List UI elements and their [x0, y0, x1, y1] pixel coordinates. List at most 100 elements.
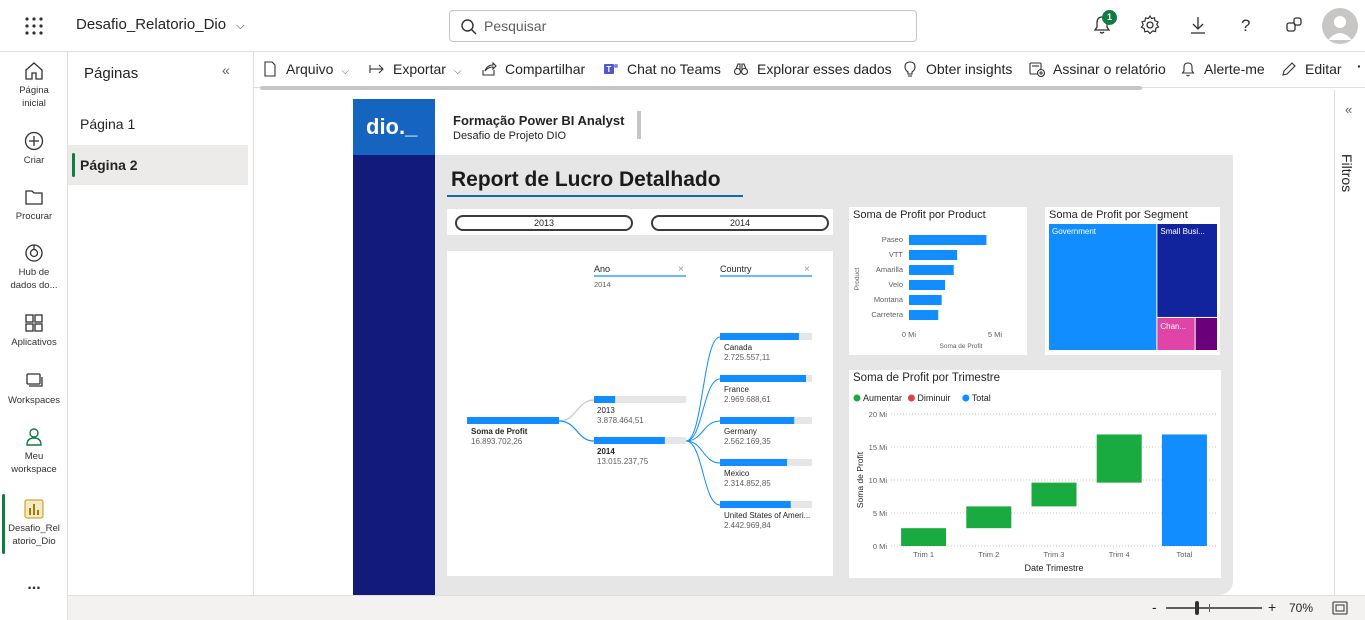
nav-apps-label: Aplicativos [11, 337, 57, 348]
page-tab-1[interactable]: Página 1 [68, 104, 248, 144]
category-label: VTT [889, 250, 904, 259]
help-icon[interactable]: ? [1235, 14, 1259, 38]
lightbulb-icon [904, 61, 916, 77]
bar [909, 295, 942, 305]
filters-pane[interactable]: « Filtros [1334, 90, 1365, 595]
expand-filters-icon[interactable]: « [1345, 102, 1352, 117]
node-value: 3.878.464,51 [597, 416, 644, 425]
slicer-option-2014[interactable]: 2014 [651, 215, 829, 231]
svg-text:?: ? [1241, 16, 1250, 35]
zoom-slider-thumb[interactable] [1195, 601, 1199, 615]
insights-button[interactable]: Obter insights [902, 61, 1012, 77]
bell-icon [1181, 62, 1195, 77]
share-button[interactable]: Compartilhar [481, 61, 585, 77]
nav-home-label: Página inicial [19, 85, 49, 109]
nav-workspaces[interactable]: Workspaces [0, 370, 68, 407]
x-tick-label: Trim 2 [978, 550, 999, 559]
node-value: 2.562.169,35 [724, 437, 771, 446]
x-tick-label: Trim 4 [1109, 550, 1130, 559]
y-axis-title: Product [854, 268, 861, 291]
nav-data-hub[interactable]: Hub de dados do... [0, 242, 68, 292]
fit-to-page-icon[interactable] [1332, 601, 1348, 615]
node-label: United States of Ameri... [724, 511, 810, 520]
legend-label: Aumentar [863, 393, 902, 403]
export-menu-button[interactable]: Exportar ⌵ [369, 61, 462, 77]
avatar[interactable] [1322, 8, 1358, 44]
top-bar: Desafio_Relatorio_Dio ⌵ 1 ? [0, 0, 1365, 52]
subscribe-button[interactable]: Assinar o relatório [1029, 61, 1166, 78]
teams-label: Chat no Teams [627, 61, 721, 77]
bar [909, 250, 958, 260]
feedback-icon[interactable] [1283, 14, 1307, 38]
tree-connector [685, 336, 721, 442]
tree-connector [558, 420, 595, 442]
insights-label: Obter insights [926, 61, 1013, 77]
file-menu-button[interactable]: Arquivo ⌵ [262, 61, 349, 77]
product-bar-chart[interactable]: Soma de Profit por Product Paseo VTT Amari… [849, 207, 1027, 355]
zoom-out-button[interactable]: - [1152, 599, 1157, 615]
download-icon[interactable] [1187, 14, 1211, 38]
nav-my-workspace[interactable]: Meu workspace [0, 426, 68, 476]
zoom-slider-track[interactable] [1166, 607, 1262, 609]
chevron-down-icon: ⌵ [453, 66, 462, 77]
y-tick-label: 15 Mi [869, 443, 888, 452]
bar [909, 235, 987, 245]
pages-title: Páginas [84, 65, 139, 82]
apps-icon [25, 314, 43, 332]
nav-browse[interactable]: Procurar [0, 186, 68, 223]
alert-label: Alerte-me [1204, 61, 1265, 77]
waterfall-bar [1031, 482, 1077, 507]
collapse-pane-icon[interactable]: « [222, 62, 230, 78]
export-label: Exportar [393, 61, 446, 77]
decomposition-tree[interactable]: Ano × 2014 Country × Soma de Profit 16.893.702… [447, 251, 833, 576]
nav-current-report[interactable]: Desafio_Relatorio_Dio [0, 498, 68, 548]
slicer-option-2013[interactable]: 2013 [455, 215, 633, 231]
tree-connector [685, 440, 721, 506]
pages-pane: Páginas « Página 1 Página 2 [68, 52, 254, 595]
x-axis-title: Date Trimestre [1024, 563, 1083, 573]
nav-home[interactable]: Página inicial [0, 60, 68, 110]
more-options-icon[interactable]: · [1357, 58, 1362, 74]
binoculars-icon [733, 63, 749, 76]
explore-label: Explorar esses dados [757, 61, 892, 77]
alert-button[interactable]: Alerte-me [1180, 61, 1265, 77]
page-tab-label: Página 2 [80, 157, 138, 173]
y-tick-label: 0 Mi [873, 542, 888, 551]
node-bar [594, 437, 665, 444]
nav-my-workspace-label: Meu workspace [11, 451, 57, 475]
remove-level-icon: × [678, 264, 684, 275]
legend-marker [853, 394, 861, 402]
chart-title: Soma de Profit por Product [853, 209, 986, 221]
edit-button[interactable]: Editar [1281, 61, 1342, 77]
more-icon[interactable]: ... [0, 577, 68, 593]
teams-icon: T [604, 64, 618, 74]
page-tab-2[interactable]: Página 2 [68, 145, 248, 185]
x-tick-label: Trim 3 [1044, 550, 1065, 559]
teams-chat-button[interactable]: T Chat no Teams [603, 61, 721, 77]
treemap-cell [1049, 224, 1157, 350]
settings-gear-icon[interactable] [1139, 14, 1163, 38]
title-underline [447, 195, 743, 197]
segment-treemap[interactable]: Soma de Profit por Segment Government Sma… [1045, 207, 1220, 355]
search-box[interactable] [449, 10, 917, 42]
search-input[interactable] [484, 15, 904, 37]
node-value: 2.969.688,61 [724, 395, 771, 404]
report-name-dropdown[interactable]: Desafio_Relatorio_Dio ⌵ [76, 16, 244, 33]
node-bar [720, 375, 806, 382]
workspaces-icon [26, 373, 43, 387]
chart-title: Soma de Profit por Segment [1049, 209, 1188, 221]
data-hub-icon [25, 244, 43, 262]
y-tick-label: 10 Mi [869, 476, 888, 485]
chevron-down-icon: ⌵ [236, 20, 245, 32]
zoom-in-button[interactable]: + [1268, 599, 1276, 615]
report-name: Desafio_Relatorio_Dio [76, 16, 227, 33]
node-value: 2.725.557,11 [724, 353, 771, 362]
nav-workspaces-label: Workspaces [7, 395, 61, 406]
app-launcher-icon[interactable] [22, 14, 46, 38]
explore-data-button[interactable]: Explorar esses dados [733, 61, 892, 77]
nav-apps[interactable]: Aplicativos [0, 312, 68, 349]
filters-label[interactable]: Filtros [1339, 154, 1355, 192]
home-icon [25, 62, 43, 80]
quarter-waterfall-chart[interactable]: Soma de Profit por Trimestre Aumentar Dim… [849, 370, 1221, 578]
nav-create[interactable]: Criar [0, 130, 68, 167]
